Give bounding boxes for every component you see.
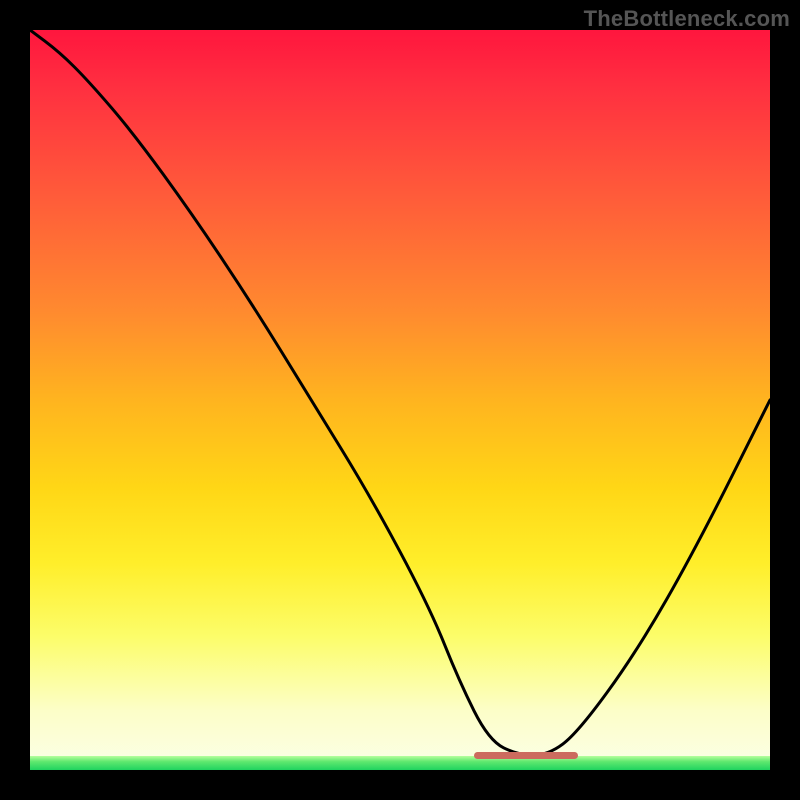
bottleneck-curve-path bbox=[30, 30, 770, 755]
watermark-text: TheBottleneck.com bbox=[584, 6, 790, 32]
minimum-marker-segment bbox=[474, 752, 578, 759]
bottleneck-curve-svg bbox=[30, 30, 770, 770]
plot-area bbox=[30, 30, 770, 770]
chart-frame: TheBottleneck.com bbox=[0, 0, 800, 800]
